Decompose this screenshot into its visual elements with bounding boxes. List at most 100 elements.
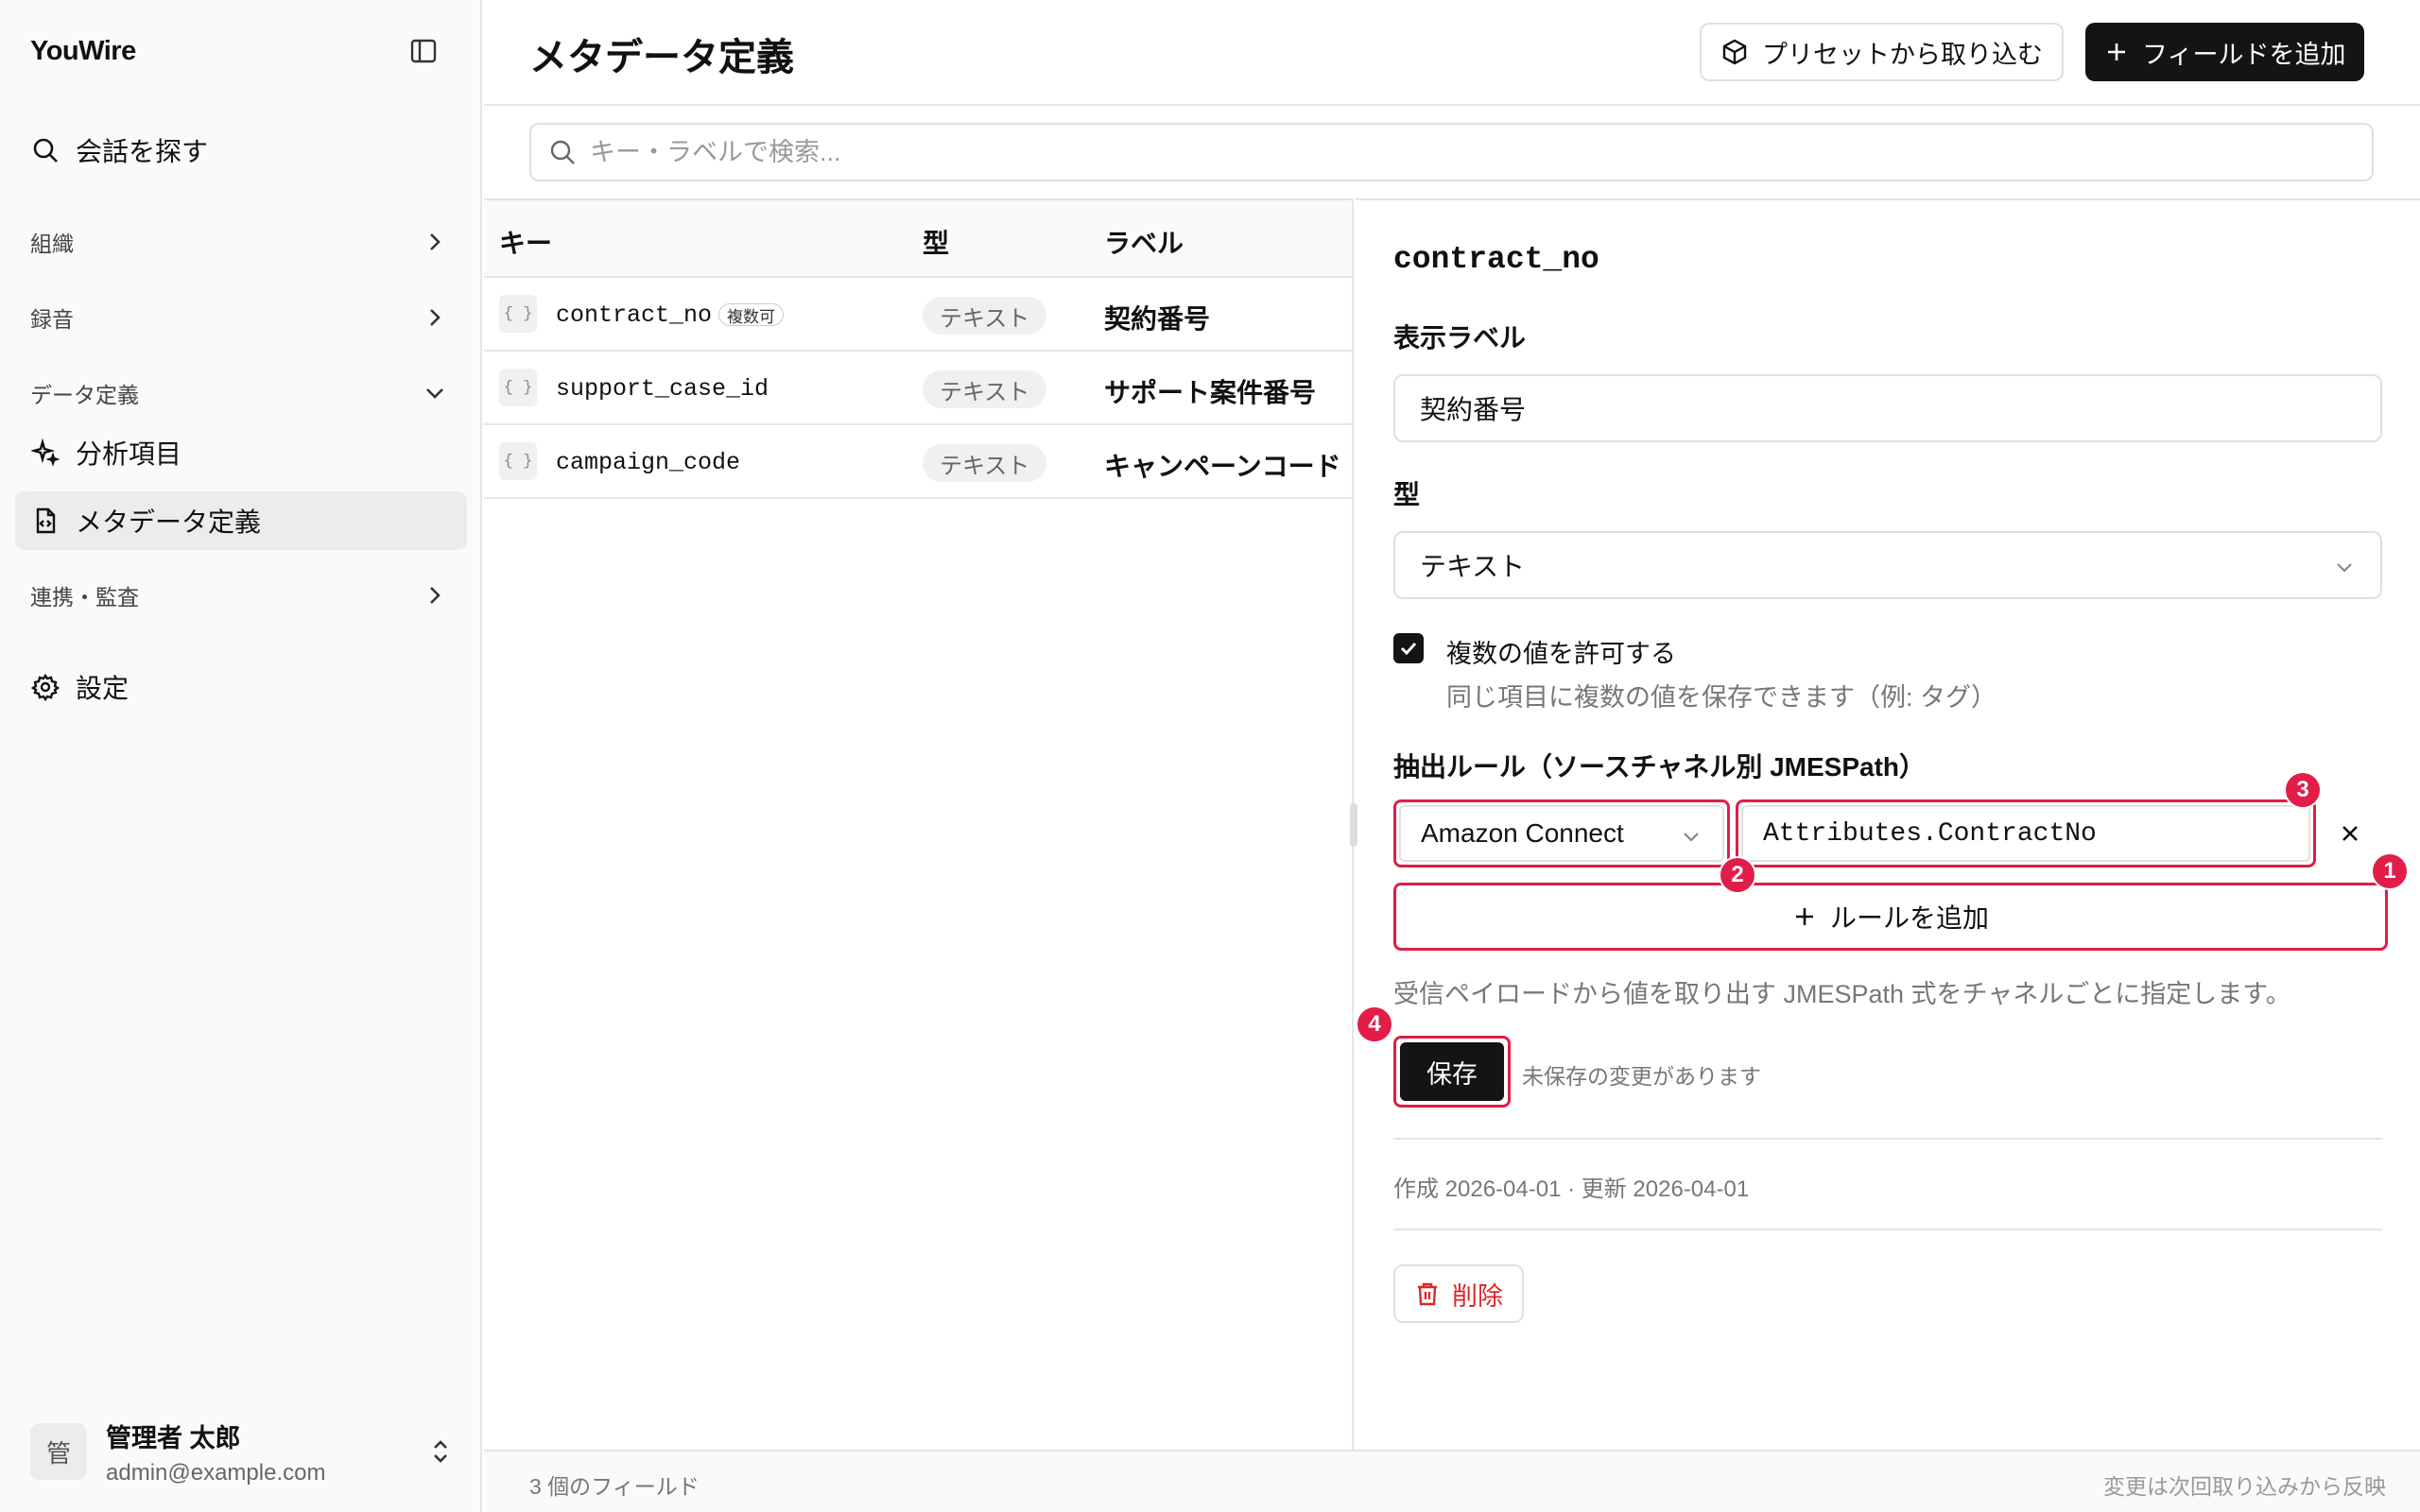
- sparkle-icon: [30, 438, 60, 468]
- detail-title: contract_no: [1393, 242, 1599, 277]
- add-rule-button[interactable]: ルールを追加: [1393, 883, 2388, 951]
- page-header: メタデータ定義 プリセットから取り込む フィールドを追加: [484, 0, 2420, 106]
- section-label: データ定義: [30, 383, 139, 407]
- sidebar-item-settings[interactable]: 設定: [15, 658, 467, 716]
- sidebar-item-search[interactable]: 会話を探す: [15, 121, 467, 180]
- row-key: contract_no: [556, 301, 713, 329]
- braces-icon: { }: [499, 295, 537, 333]
- sidebar: YouWire 会話を探す 組織 録音 データ定義 分析項目 メタデータ定義 連…: [0, 0, 482, 1512]
- type-select[interactable]: テキスト: [1393, 531, 2382, 599]
- rule-path-value: Attributes.ContractNo: [1763, 818, 2097, 849]
- sidebar-section-org[interactable]: 組織: [15, 215, 467, 268]
- import-preset-button[interactable]: プリセットから取り込む: [1700, 23, 2064, 81]
- braces-icon: { }: [499, 369, 537, 406]
- annotation-marker-3: 3: [2284, 771, 2322, 809]
- divider: [1393, 1228, 2382, 1230]
- chevron-up-down-icon: [434, 1440, 447, 1463]
- search-icon: [30, 135, 60, 165]
- row-type: テキスト: [923, 370, 1047, 408]
- row-label: キャンペーンコード: [1104, 452, 1341, 481]
- rules-help-text: 受信ペイロードから値を取り出す JMESPath 式をチャネルごとに指定します。: [1393, 980, 2291, 1008]
- rule-source-select[interactable]: Amazon Connect: [1393, 799, 1730, 868]
- save-button[interactable]: 保存: [1400, 1042, 1504, 1101]
- rule-path-input[interactable]: Attributes.ContractNo: [1736, 799, 2316, 868]
- field-table: キー 型 ラベル { } contract_no 複数可 テキスト 契約番号 {…: [484, 198, 1354, 1450]
- check-icon: [1400, 642, 1417, 656]
- divider: [1393, 1138, 2382, 1140]
- sidebar-item-label: メタデータ定義: [76, 507, 262, 537]
- plus-icon: [1795, 908, 1813, 925]
- chevron-right-icon: [430, 309, 441, 326]
- detail-panel: contract_no 表示ラベル 契約番号 型 テキスト 複数の値を許可する …: [1356, 198, 2420, 1450]
- button-label: 削除: [1452, 1281, 1503, 1311]
- brand-logo: YouWire: [30, 36, 136, 66]
- table-row[interactable]: { } contract_no 複数可 テキスト 契約番号: [484, 278, 1352, 352]
- display-label-field[interactable]: 契約番号: [1393, 374, 2382, 442]
- chevron-right-icon: [430, 233, 441, 250]
- apply-note: 変更は次回取り込みから反映: [2103, 1474, 2386, 1499]
- column-label: ラベル: [1104, 229, 1184, 258]
- gear-icon: [30, 672, 60, 702]
- save-button-wrap: 保存: [1393, 1036, 1511, 1108]
- table-header: キー 型 ラベル: [484, 200, 1352, 278]
- chevron-down-icon: [1684, 833, 1699, 842]
- rule-source-value: Amazon Connect: [1421, 818, 1624, 848]
- status-bar: 3 個のフィールド 変更は次回取り込みから反映: [484, 1450, 2420, 1512]
- close-icon: [2342, 826, 2358, 841]
- trash-icon: [1418, 1282, 1437, 1306]
- multi-checkbox[interactable]: [1393, 633, 1424, 663]
- sidebar-item-analysis[interactable]: 分析項目: [15, 423, 467, 482]
- sidebar-item-label: 分析項目: [76, 439, 182, 469]
- search-icon: [550, 140, 575, 164]
- sidebar-item-label: 会話を探す: [76, 137, 209, 166]
- sidebar-section-integration[interactable]: 連携・監査: [15, 569, 467, 622]
- search-box[interactable]: [529, 123, 2374, 181]
- file-code-icon: [30, 506, 60, 536]
- chevron-down-icon: [2337, 563, 2352, 573]
- row-type: テキスト: [923, 444, 1047, 482]
- multi-checkbox-label[interactable]: 複数の値を許可する: [1446, 633, 1676, 670]
- field-count: 3 個のフィールド: [529, 1474, 700, 1499]
- table-row[interactable]: { } support_case_id テキスト サポート案件番号: [484, 352, 1352, 425]
- page-title: メタデータ定義: [529, 37, 794, 78]
- sidebar-item-label: 設定: [76, 674, 130, 703]
- delete-button[interactable]: 削除: [1393, 1264, 1524, 1323]
- chevron-right-icon: [430, 587, 441, 604]
- sidebar-section-data-def[interactable]: データ定義: [15, 367, 467, 420]
- row-key: support_case_id: [556, 375, 769, 403]
- unsaved-note: 未保存の変更があります: [1522, 1064, 1761, 1089]
- row-label: サポート案件番号: [1104, 378, 1317, 407]
- remove-rule-button[interactable]: [2337, 820, 2363, 847]
- user-menu[interactable]: 管 管理者 太郎 admin@example.com: [30, 1418, 456, 1486]
- button-label: フィールドを追加: [2142, 40, 2346, 69]
- row-label: 契約番号: [1104, 304, 1211, 334]
- column-key: キー: [499, 229, 553, 258]
- annotation-marker-4: 4: [1356, 1005, 1393, 1043]
- type-select-value: テキスト: [1420, 552, 1526, 581]
- sidebar-toggle-icon[interactable]: [408, 36, 439, 66]
- user-email: admin@example.com: [106, 1459, 326, 1486]
- search-input[interactable]: [590, 137, 2372, 167]
- annotation-marker-1: 1: [2371, 852, 2409, 890]
- display-label-title: 表示ラベル: [1393, 323, 1527, 352]
- section-label: 録音: [30, 307, 74, 332]
- row-type: テキスト: [923, 297, 1047, 335]
- type-title: 型: [1393, 480, 1421, 509]
- multi-help-text: 同じ項目に複数の値を保存できます（例: タグ）: [1446, 683, 1997, 712]
- plus-icon: [2108, 43, 2125, 60]
- sidebar-item-metadata[interactable]: メタデータ定義: [15, 491, 467, 550]
- braces-icon: { }: [499, 442, 537, 480]
- sidebar-section-recording[interactable]: 録音: [15, 291, 467, 344]
- add-field-button[interactable]: フィールドを追加: [2085, 23, 2365, 81]
- chevron-down-icon: [426, 388, 443, 399]
- column-type: 型: [923, 229, 950, 258]
- table-row[interactable]: { } campaign_code テキスト キャンペーンコード: [484, 425, 1352, 499]
- button-label: プリセットから取り込む: [1762, 40, 2043, 69]
- package-icon: [1722, 39, 1747, 65]
- section-label: 連携・監査: [30, 585, 139, 610]
- timestamps: 作成 2026-04-01 · 更新 2026-04-01: [1393, 1177, 1750, 1202]
- avatar: 管: [30, 1423, 87, 1480]
- button-label: ルールを追加: [1829, 903, 1989, 933]
- annotation-marker-2: 2: [1719, 856, 1756, 894]
- row-key: campaign_code: [556, 449, 741, 476]
